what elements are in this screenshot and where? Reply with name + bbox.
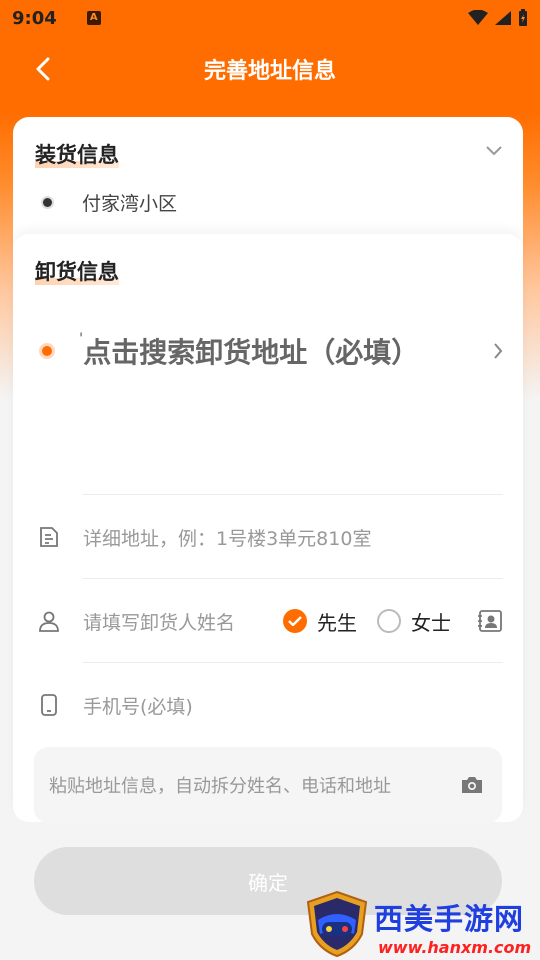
load-section[interactable]: 装货信息 付家湾小区	[13, 117, 523, 237]
phone-placeholder: 手机号(必填)	[83, 695, 193, 718]
paste-address-placeholder: 粘贴地址信息，自动拆分姓名、电话和地址	[49, 776, 391, 797]
watermark-title: 西美手游网	[374, 902, 525, 936]
app-notification-icon: A	[86, 11, 101, 25]
nav-bar: 完善地址信息	[0, 40, 540, 98]
divider	[83, 662, 503, 663]
wifi-icon	[468, 10, 488, 25]
unload-section-title: 卸货信息	[35, 260, 119, 285]
battery-icon	[519, 9, 527, 26]
load-dot-icon	[43, 198, 52, 207]
contact-name-row: 请填写卸货人姓名 先生 女士	[13, 588, 523, 654]
phone-icon	[41, 694, 57, 716]
chevron-down-icon[interactable]	[485, 145, 503, 157]
gamepad-shield-icon	[306, 890, 368, 958]
address-card: 装货信息 付家湾小区 卸货信息 '点击搜索卸货地址（必填） 详细地址，例：1号楼…	[13, 117, 523, 915]
gender-radio-ms[interactable]	[377, 609, 401, 633]
signal-icon	[495, 11, 511, 25]
page-title: 完善地址信息	[203, 59, 336, 84]
load-address-text: 付家湾小区	[82, 193, 178, 215]
contact-name-input[interactable]: 请填写卸货人姓名	[83, 608, 235, 635]
detail-address-field[interactable]: 详细地址，例：1号楼3单元810室	[13, 504, 523, 570]
chevron-right-icon	[494, 343, 503, 359]
gender-radio-group: 先生 女士	[283, 607, 471, 636]
back-arrow-icon	[36, 57, 50, 81]
unload-address-search[interactable]: '点击搜索卸货地址（必填）	[13, 314, 523, 388]
paste-address-box[interactable]: 粘贴地址信息，自动拆分姓名、电话和地址	[34, 747, 502, 823]
unload-dot-icon	[39, 343, 55, 359]
gender-radio-mr[interactable]	[283, 609, 307, 633]
gender-label-ms: 女士	[411, 610, 451, 635]
person-icon	[39, 611, 59, 632]
unload-search-placeholder: '点击搜索卸货地址（必填）	[79, 331, 420, 369]
document-icon	[40, 527, 58, 547]
detail-address-placeholder: 详细地址，例：1号楼3单元810室	[83, 527, 372, 550]
load-address-item: 付家湾小区	[43, 189, 177, 216]
gender-label-mr: 先生	[317, 610, 357, 635]
watermark-logo: 西美手游网 www.hanxm.com	[302, 888, 538, 960]
status-time: 9:04	[12, 7, 57, 29]
status-icons	[468, 9, 528, 27]
contact-book-icon[interactable]	[477, 609, 503, 633]
status-bar: 9:04 A	[0, 0, 540, 36]
watermark-url: www.hanxm.com	[378, 938, 532, 957]
divider	[83, 494, 503, 495]
divider	[83, 578, 503, 579]
unload-section: 卸货信息 '点击搜索卸货地址（必填） 详细地址，例：1号楼3单元810室 请填写…	[13, 234, 523, 915]
checkmark-icon	[288, 616, 302, 626]
camera-icon[interactable]	[460, 775, 484, 795]
phone-field[interactable]: 手机号(必填)	[13, 672, 523, 738]
load-section-title: 装货信息	[35, 143, 119, 168]
back-button[interactable]	[26, 52, 60, 86]
